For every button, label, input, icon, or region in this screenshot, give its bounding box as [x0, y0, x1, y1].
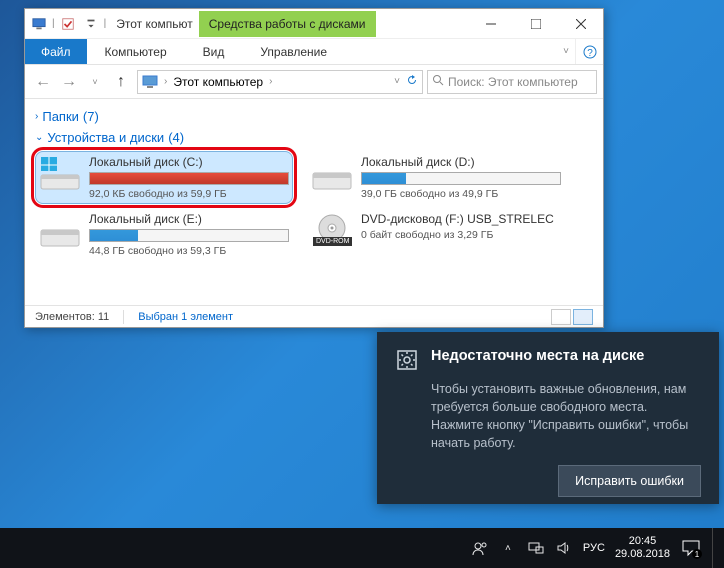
notification-toast[interactable]: Недостаточно места на диске Чтобы устано…: [377, 332, 719, 504]
notification-body: Чтобы установить важные обновления, нам …: [431, 380, 701, 453]
notification-badge: 1: [692, 549, 702, 559]
drive-capacity-bar: [89, 229, 289, 242]
minimize-button[interactable]: [468, 9, 513, 39]
drive-f-dvd[interactable]: DVD-ROM DVD-дисковод (F:) USB_STRELEC 0 …: [307, 208, 565, 261]
show-desktop-button[interactable]: [712, 528, 718, 568]
drive-status: 0 байт свободно из 3,29 ГБ: [361, 229, 561, 241]
settings-icon: [395, 348, 419, 372]
tray-expand-icon[interactable]: ˄: [499, 539, 517, 557]
group-label: Устройства и диски: [47, 130, 164, 145]
taskbar-time: 20:45: [615, 535, 670, 548]
drive-status: 39,0 ГБ свободно из 49,9 ГБ: [361, 188, 561, 200]
refresh-icon[interactable]: [406, 74, 418, 89]
nav-history-button[interactable]: ˅: [83, 70, 107, 94]
window-title: Этот компьют: [116, 17, 193, 31]
nav-forward-button[interactable]: →: [57, 70, 81, 94]
dvd-rom-label: DVD-ROM: [313, 237, 352, 246]
network-icon[interactable]: [527, 539, 545, 557]
status-bar: Элементов: 11 Выбран 1 элемент: [25, 305, 603, 327]
drive-e[interactable]: Локальный диск (E:) 44,8 ГБ свободно из …: [35, 208, 293, 261]
group-folders[interactable]: › Папки (7): [35, 109, 593, 124]
notification-title: Недостаточно места на диске: [431, 348, 644, 364]
drive-status: 92,0 КБ свободно из 59,9 ГБ: [89, 188, 289, 200]
group-devices[interactable]: ⌄ Устройства и диски (4): [35, 130, 593, 145]
chevron-down-icon: ⌄: [35, 132, 43, 143]
breadcrumb[interactable]: Этот компьютер: [173, 75, 263, 89]
drive-capacity-bar: [89, 172, 289, 185]
status-elements: Элементов: 11: [35, 311, 109, 323]
chevron-right-icon[interactable]: ›: [269, 76, 272, 87]
search-icon: [432, 74, 444, 89]
people-icon[interactable]: [471, 539, 489, 557]
thispc-icon: [29, 14, 49, 34]
svg-text:?: ?: [587, 48, 593, 59]
drive-icon: [311, 155, 353, 191]
tab-manage[interactable]: Управление: [242, 39, 345, 64]
search-placeholder: Поиск: Этот компьютер: [448, 75, 578, 89]
chevron-right-icon: ›: [164, 76, 167, 87]
address-dropdown-icon[interactable]: ˅: [394, 76, 400, 87]
close-button[interactable]: [558, 9, 603, 39]
qatoolbar-separator: |: [52, 18, 55, 29]
qatoolbar-dropdown-icon[interactable]: [81, 14, 101, 34]
taskbar: ˄ РУС 20:45 29.08.2018 1: [0, 528, 724, 568]
nav-back-button[interactable]: ←: [31, 70, 55, 94]
ribbon-contextual-tab[interactable]: Средства работы с дисками: [199, 11, 376, 37]
thispc-icon: [142, 74, 158, 90]
drive-name: Локальный диск (D:): [361, 155, 561, 169]
checkbox-icon[interactable]: [58, 14, 78, 34]
drive-d[interactable]: Локальный диск (D:) 39,0 ГБ свободно из …: [307, 151, 565, 204]
content-area: › Папки (7) ⌄ Устройства и диски (4) Лок…: [25, 99, 603, 307]
ribbon-expand-icon[interactable]: ˅: [557, 39, 575, 64]
view-details-button[interactable]: [551, 309, 571, 325]
drive-capacity-bar: [361, 172, 561, 185]
drive-status: 44,8 ГБ свободно из 59,3 ГБ: [89, 245, 289, 257]
drive-name: Локальный диск (E:): [89, 212, 289, 226]
drive-name: Локальный диск (C:): [89, 155, 289, 169]
address-bar[interactable]: › Этот компьютер › ˅: [137, 70, 423, 94]
drive-icon: [39, 155, 81, 191]
nav-bar: ← → ˅ ↑ › Этот компьютер › ˅ Поиск: Этот…: [25, 65, 603, 99]
ribbon-tabs: Файл Компьютер Вид Управление ˅ ?: [25, 39, 603, 65]
chevron-right-icon: ›: [35, 111, 38, 122]
maximize-button[interactable]: [513, 9, 558, 39]
taskbar-clock[interactable]: 20:45 29.08.2018: [615, 535, 670, 561]
tab-computer[interactable]: Компьютер: [87, 39, 185, 64]
volume-icon[interactable]: [555, 539, 573, 557]
dvd-drive-icon: DVD-ROM: [311, 212, 353, 248]
tab-view[interactable]: Вид: [185, 39, 243, 64]
tab-file[interactable]: Файл: [25, 39, 87, 64]
view-tiles-button[interactable]: [573, 309, 593, 325]
action-center-icon[interactable]: 1: [680, 537, 702, 559]
fix-errors-button[interactable]: Исправить ошибки: [558, 465, 701, 497]
drive-c[interactable]: Локальный диск (C:) 92,0 КБ свободно из …: [35, 151, 293, 204]
group-count: (4): [168, 130, 184, 145]
drive-name: DVD-дисковод (F:) USB_STRELEC: [361, 212, 561, 226]
nav-up-button[interactable]: ↑: [109, 70, 133, 94]
status-selected: Выбран 1 элемент: [138, 311, 233, 323]
group-label: Папки: [42, 109, 79, 124]
explorer-window: | | Этот компьют Средства работы с диска…: [24, 8, 604, 328]
taskbar-date: 29.08.2018: [615, 548, 670, 561]
language-indicator[interactable]: РУС: [583, 542, 605, 554]
drive-icon: [39, 212, 81, 248]
title-bar: | | Этот компьют Средства работы с диска…: [25, 9, 603, 39]
help-button[interactable]: ?: [575, 39, 603, 64]
qatoolbar-separator: |: [104, 18, 107, 29]
group-count: (7): [83, 109, 99, 124]
search-input[interactable]: Поиск: Этот компьютер: [427, 70, 597, 94]
